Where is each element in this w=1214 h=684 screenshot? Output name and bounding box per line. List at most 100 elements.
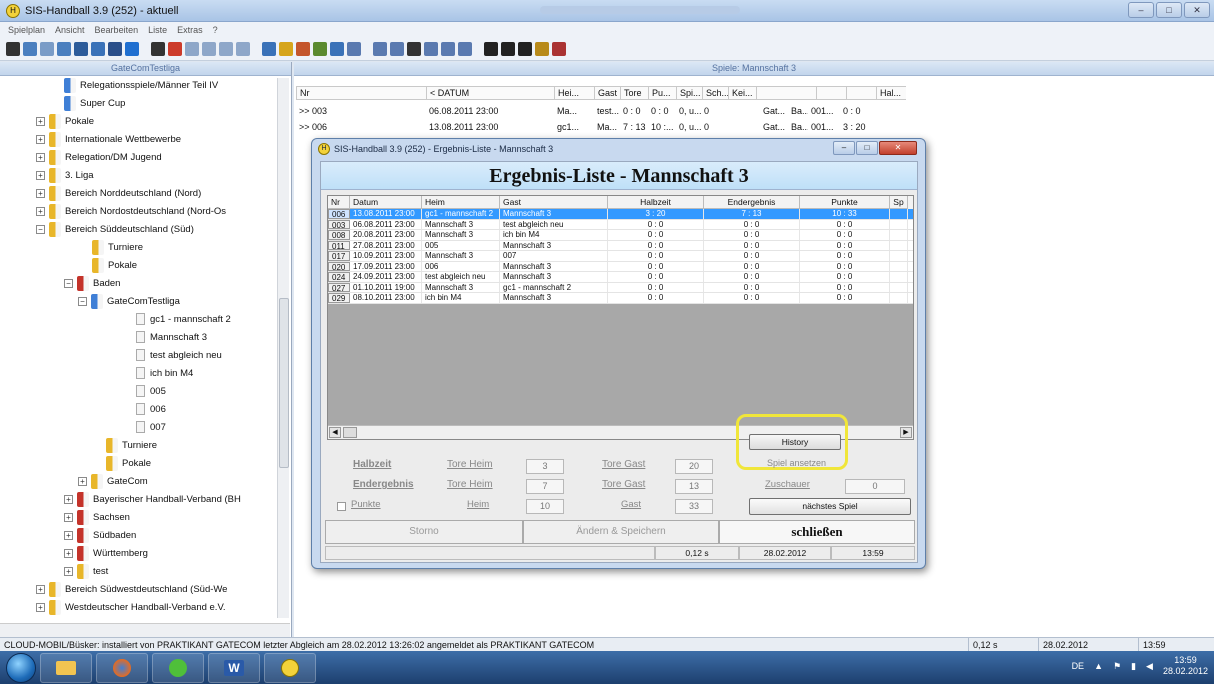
dialog-maximize-button[interactable]: □ (856, 141, 878, 155)
tree-node[interactable]: Mannschaft 3 (136, 328, 207, 346)
halbzeit-tore-heim-input[interactable]: 3 (526, 459, 564, 474)
tree-expand-icon[interactable]: + (36, 188, 45, 198)
tree-expand-icon[interactable]: + (36, 134, 45, 144)
games-row[interactable]: >> 003 06.08.2011 23:00 Ma... test... 0 : 00… (296, 104, 880, 118)
tree-node[interactable]: + Württemberg (64, 544, 148, 562)
toolbar-tool-icon[interactable] (262, 41, 276, 56)
tree-vertical-scrollbar[interactable] (277, 78, 289, 618)
halbzeit-tore-gast-input[interactable]: 20 (675, 459, 713, 474)
tree-node[interactable]: + test (64, 562, 108, 580)
language-indicator[interactable]: DE (1072, 661, 1085, 671)
toolbar-tool-icon[interactable] (424, 41, 438, 56)
toolbar-tool-icon[interactable] (125, 41, 139, 56)
result-column-header[interactable]: Gast (500, 196, 608, 209)
tree-node[interactable]: ich bin M4 (136, 364, 193, 382)
tree-node[interactable]: gc1 - mannschaft 2 (136, 310, 231, 328)
games-column-header[interactable]: Pu... (648, 86, 676, 100)
games-column-header[interactable]: Nr (296, 86, 426, 100)
toolbar-tool-icon[interactable] (6, 41, 20, 56)
dialog-minimize-button[interactable]: – (833, 141, 855, 155)
result-column-header[interactable]: Heim (422, 196, 500, 209)
tree-scroll-thumb[interactable] (279, 298, 289, 468)
toolbar-tool-icon[interactable] (330, 41, 344, 56)
minimize-button[interactable]: – (1128, 2, 1154, 18)
result-column-header[interactable]: Punkte (800, 196, 890, 209)
spiel-ansetzen-label[interactable]: Spiel ansetzen (767, 458, 826, 468)
toolbar-tool-icon[interactable] (151, 41, 165, 56)
tree-expand-icon[interactable]: + (36, 206, 45, 216)
maximize-button[interactable]: □ (1156, 2, 1182, 18)
tree-node[interactable]: test abgleich neu (136, 346, 222, 364)
result-column-header[interactable]: Halbzeit (608, 196, 704, 209)
tree-node[interactable]: + Internationale Wettbewerbe (36, 130, 181, 148)
toolbar-tool-icon[interactable] (74, 41, 88, 56)
storno-button[interactable]: Storno (325, 520, 523, 544)
zuschauer-input[interactable]: 0 (845, 479, 905, 494)
punkte-gast-input[interactable]: 33 (675, 499, 713, 514)
games-column-header[interactable]: < DATUM (426, 86, 554, 100)
toolbar-tool-icon[interactable] (501, 41, 515, 56)
end-tore-gast-input[interactable]: 13 (675, 479, 713, 494)
games-column-header[interactable]: Hei... (554, 86, 594, 100)
menu-bearbeiten[interactable]: Bearbeiten (95, 25, 139, 35)
network-icon[interactable]: ▮ (1131, 661, 1136, 672)
result-row[interactable]: 003 06.08.2011 23:00 Mannschaft 3 test abgl… (328, 219, 913, 230)
aendern-speichern-button[interactable]: Ändern & Speichern (523, 520, 719, 544)
toolbar-tool-icon[interactable] (296, 41, 310, 56)
punkte-heim-input[interactable]: 10 (526, 499, 564, 514)
tree-node[interactable]: + Südbaden (64, 526, 136, 544)
tree-node[interactable]: + Westdeutscher Handball-Verband e.V. (36, 598, 226, 616)
result-column-header[interactable]: Datum (350, 196, 422, 209)
result-row[interactable]: 011 27.08.2011 23:00 005 Mannschaft 30 : 00… (328, 240, 913, 251)
tree-node[interactable]: 006 (136, 400, 166, 418)
toolbar-tool-icon[interactable] (390, 41, 404, 56)
tree-node[interactable]: Super Cup (64, 94, 125, 112)
next-game-button[interactable]: nächstes Spiel (749, 498, 911, 515)
result-column-header[interactable]: Sp (890, 196, 908, 209)
taskbar-firefox[interactable] (96, 652, 148, 683)
history-button[interactable]: History (749, 434, 841, 450)
tree-node[interactable]: Turniere (106, 436, 157, 454)
result-row[interactable]: 006 13.08.2011 23:00 gc1 - mannschaft 2 Man… (328, 209, 913, 220)
games-row[interactable]: >> 006 13.08.2011 23:00 gc1... Ma... 7 : 13 1… (296, 120, 880, 134)
tree-node[interactable]: Pokale (92, 256, 137, 274)
punkte-checkbox[interactable] (337, 502, 346, 511)
toolbar-tool-icon[interactable] (518, 41, 532, 56)
tree-node[interactable]: +3. Liga (36, 166, 94, 184)
toolbar-tool-icon[interactable] (441, 41, 455, 56)
tree-expand-icon[interactable]: + (78, 476, 87, 486)
toolbar-tool-icon[interactable] (40, 41, 54, 56)
tree-node[interactable]: + GateCom (78, 472, 148, 490)
tree-horizontal-scrollbar[interactable] (0, 623, 290, 637)
tray-arrow-icon[interactable]: ▲ (1094, 661, 1103, 671)
toolbar-tool-icon[interactable] (108, 41, 122, 56)
tree-expand-icon[interactable]: − (64, 278, 73, 288)
result-scroll-thumb[interactable] (343, 427, 357, 438)
toolbar-tool-icon[interactable] (347, 41, 361, 56)
toolbar-tool-icon[interactable] (236, 41, 250, 56)
toolbar-tool-icon[interactable] (535, 41, 549, 56)
tree-expand-icon[interactable]: + (64, 566, 73, 576)
games-column-header[interactable]: Spi... (676, 86, 702, 100)
games-column-header[interactable] (756, 86, 816, 100)
result-row[interactable]: 008 20.08.2011 23:00 Mannschaft 3 ich bin M… (328, 230, 913, 241)
menu-help[interactable]: ? (213, 25, 218, 35)
games-column-header[interactable]: Sch... (702, 86, 729, 100)
tree-expand-icon[interactable]: + (64, 512, 73, 522)
scroll-right-arrow-icon[interactable]: ▶ (900, 427, 912, 438)
tree-expand-icon[interactable]: − (36, 224, 45, 234)
volume-icon[interactable]: ◀ (1146, 661, 1153, 672)
tree-expand-icon[interactable]: − (78, 296, 87, 306)
games-column-header[interactable] (816, 86, 846, 100)
result-row[interactable]: 017 10.09.2011 23:00 Mannschaft 3 007 0 : 00… (328, 251, 913, 262)
tree-node[interactable]: Relegationsspiele/Männer Teil IV (64, 76, 218, 94)
games-column-header[interactable]: Tore (620, 86, 648, 100)
tree-expand-icon[interactable]: + (36, 152, 45, 162)
end-tore-heim-input[interactable]: 7 (526, 479, 564, 494)
toolbar-tool-icon[interactable] (458, 41, 472, 56)
tree-node[interactable]: + Bereich Nordostdeutschland (Nord-Os (36, 202, 226, 220)
toolbar-tool-icon[interactable] (23, 41, 37, 56)
scroll-left-arrow-icon[interactable]: ◀ (329, 427, 341, 438)
taskbar-sis-handball[interactable] (264, 652, 316, 683)
toolbar-tool-icon[interactable] (168, 41, 182, 56)
